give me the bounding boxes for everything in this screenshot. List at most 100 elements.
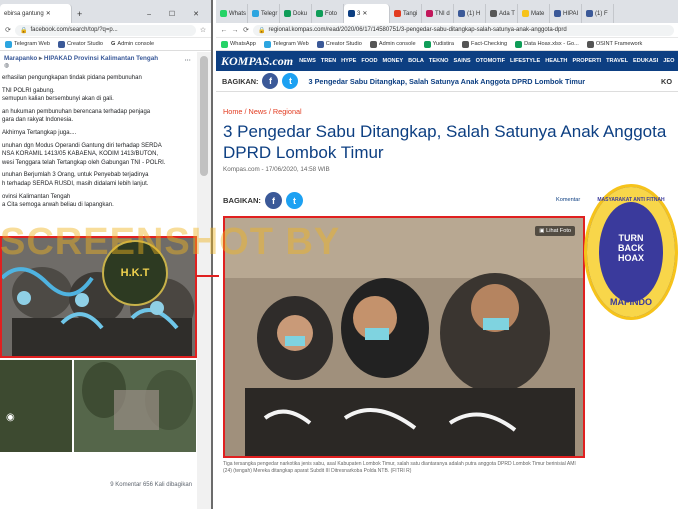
post-header: Marapanko ▸ HIPAKAD Provinsi Kalimantan … — [0, 52, 197, 74]
tab-0[interactable]: Whats — [216, 4, 248, 23]
breadcrumb[interactable]: Home / News / Regional — [223, 107, 302, 116]
url-field[interactable]: 🔒 regional.kompas.com/read/2020/06/17/14… — [253, 24, 674, 36]
tab-favicon-icon — [586, 10, 593, 17]
close-icon[interactable]: ✕ — [46, 10, 51, 17]
tab-label: Whats — [229, 10, 247, 17]
star-icon[interactable]: ☆ — [199, 26, 207, 34]
reload-icon[interactable]: ⟳ — [4, 26, 12, 34]
nav-item-money[interactable]: MONEY — [383, 58, 404, 64]
nav-item-sains[interactable]: SAINS — [454, 58, 471, 64]
bookmark-telegram[interactable]: Telegram Web — [5, 40, 50, 48]
bookmark-4[interactable]: Yudistira — [423, 40, 454, 48]
bookmark-favicon-icon — [586, 40, 594, 48]
tab-2[interactable]: Doku — [280, 4, 312, 23]
bookmark-7[interactable]: OSINT Framework — [586, 40, 642, 48]
bookmark-creator-studio[interactable]: Creator Studio — [57, 40, 103, 48]
tab-favicon-icon — [426, 10, 433, 17]
nav-item-jeo[interactable]: JEO — [663, 58, 674, 64]
nav-item-hype[interactable]: HYPE — [341, 58, 356, 64]
tab-10[interactable]: HIPAI — [550, 4, 582, 23]
tab-11[interactable]: (1) F — [582, 4, 614, 23]
nav-item-food[interactable]: FOOD — [361, 58, 377, 64]
bookmark-6[interactable]: Data Hoax.xlsx - Go... — [515, 40, 579, 48]
post-group[interactable]: HIPAKAD Provinsi Kalimantan Tengah — [44, 55, 158, 62]
nav-item-news[interactable]: NEWS — [299, 58, 316, 64]
tab-favicon-icon — [316, 10, 323, 17]
post-stats[interactable]: 9 Komentar 656 Kali dibagikan — [0, 482, 196, 488]
tab-7[interactable]: (1) H — [454, 4, 486, 23]
tab-label: Doku — [293, 10, 308, 17]
tab-5[interactable]: Tangi — [390, 4, 422, 23]
kompas-logo[interactable]: KOMPAS.com — [221, 54, 293, 69]
badge-bottom-text: MAFINDO — [610, 297, 652, 307]
reload-icon[interactable]: ⟳ — [242, 26, 250, 34]
tab-favicon-icon — [490, 10, 497, 17]
forward-icon[interactable]: → — [231, 27, 239, 34]
image-caption: Tiga tersangka pengedar narkotika jenis … — [223, 461, 576, 474]
badge-top-text: MASYARAKAT ANTI FITNAH — [597, 197, 665, 203]
nav-item-edukasi[interactable]: EDUKASI — [633, 58, 658, 64]
bookmark-favicon-icon — [263, 40, 271, 48]
bookmark-admin-console[interactable]: G Admin console — [111, 41, 154, 47]
bookmark-5[interactable]: Fact-Checking — [462, 40, 507, 48]
tab-1[interactable]: Telegr — [248, 4, 280, 23]
eye-icon: ◉ — [6, 412, 15, 423]
post-line: erhasilan pengungkapan tindak pidana pem… — [2, 75, 142, 81]
tab-facebook-search[interactable]: ebirsa gantung ✕ — [0, 4, 72, 23]
tab-favicon-icon — [252, 10, 259, 17]
post-image-bottom-right[interactable] — [74, 360, 196, 452]
bookmark-0[interactable]: WhatsApp — [221, 40, 256, 48]
nav-item-bola[interactable]: BOLA — [408, 58, 424, 64]
facebook-share-icon[interactable]: f — [264, 192, 282, 209]
nav-item-tekno[interactable]: TEKNO — [429, 58, 449, 64]
nav-item-travel[interactable]: TRAVEL — [606, 58, 628, 64]
nav-item-properti[interactable]: PROPERTI — [572, 58, 601, 64]
post-line: a Cita semoga arwah beliau di lapangkan. — [2, 202, 114, 209]
tab-label: Mate — [531, 10, 545, 17]
komentar-link[interactable]: Komentar — [556, 197, 580, 203]
nav-item-health[interactable]: HEALTH — [545, 58, 567, 64]
twitter-share-icon[interactable]: t — [282, 73, 299, 89]
bookmark-1[interactable]: Telegram Web — [263, 40, 309, 48]
article-share: BAGIKAN: f t — [223, 192, 303, 209]
post-line: ovinsi Kalimantan Tengah — [2, 193, 71, 200]
tab-favicon-icon — [554, 10, 561, 17]
post-author[interactable]: Marapanko — [4, 55, 37, 62]
red-connector-line — [197, 275, 219, 277]
twitter-share-icon[interactable]: t — [285, 192, 303, 209]
new-tab-icon[interactable]: + — [72, 9, 87, 23]
tab-9[interactable]: Mate — [518, 4, 550, 23]
right-bookmarks-bar: WhatsApp Telegram Web Creator Studio Admin … — [216, 38, 678, 51]
bookmark-2[interactable]: Creator Studio — [316, 40, 362, 48]
nav-item-otomotif[interactable]: OTOMOTIF — [476, 58, 505, 64]
soldiers-photo — [74, 360, 196, 452]
scroll-thumb[interactable] — [200, 56, 208, 176]
close-icon[interactable]: ✕ — [362, 10, 367, 17]
share-right-label: KO — [661, 76, 672, 86]
nav-item-tren[interactable]: TREN — [321, 58, 336, 64]
bookmark-favicon-icon — [515, 40, 523, 48]
post-line: semupun kalian bersembunyi akan di gali. — [2, 96, 114, 103]
nav-item-lifestyle[interactable]: LIFESTYLE — [510, 58, 540, 64]
post-image-bottom-left[interactable]: ◉ — [0, 360, 72, 452]
tab-8[interactable]: Ada T — [486, 4, 518, 23]
url-text: facebook.com/search/top/?q=p... — [30, 27, 118, 33]
tab-label: 3 — [357, 10, 361, 17]
window-controls[interactable]: – ☐ ✕ — [143, 10, 211, 23]
tab-favicon-icon — [522, 10, 529, 17]
top-share-bar: BAGIKAN: f t 3 Pengedar Sabu Ditangkap, … — [216, 71, 678, 92]
url-field[interactable]: 🔒 facebook.com/search/top/?q=p... — [15, 24, 196, 36]
share-label: BAGIKAN: — [223, 196, 261, 205]
post-line: wesi Tenggara telah Tertangkap oleh Gabu… — [2, 159, 166, 166]
back-icon[interactable]: ← — [220, 27, 228, 34]
tab-4[interactable]: 3 ✕ — [344, 4, 390, 23]
tab-3[interactable]: Foto — [312, 4, 344, 23]
more-icon[interactable]: ··· — [185, 57, 191, 64]
kompas-nav: NEWS TREN HYPE FOOD MONEY BOLA TEKNO SAINS OTOMO… — [299, 58, 674, 64]
mafindo-badge: MASYARAKAT ANTI FITNAH TURN BACK HOAX MA… — [584, 184, 678, 320]
bookmark-3[interactable]: Admin console — [369, 40, 416, 48]
tab-6[interactable]: TNI d — [422, 4, 454, 23]
lock-icon: 🔒 — [258, 27, 266, 34]
facebook-share-icon[interactable]: f — [262, 73, 279, 89]
left-scrollbar[interactable] — [197, 52, 211, 509]
